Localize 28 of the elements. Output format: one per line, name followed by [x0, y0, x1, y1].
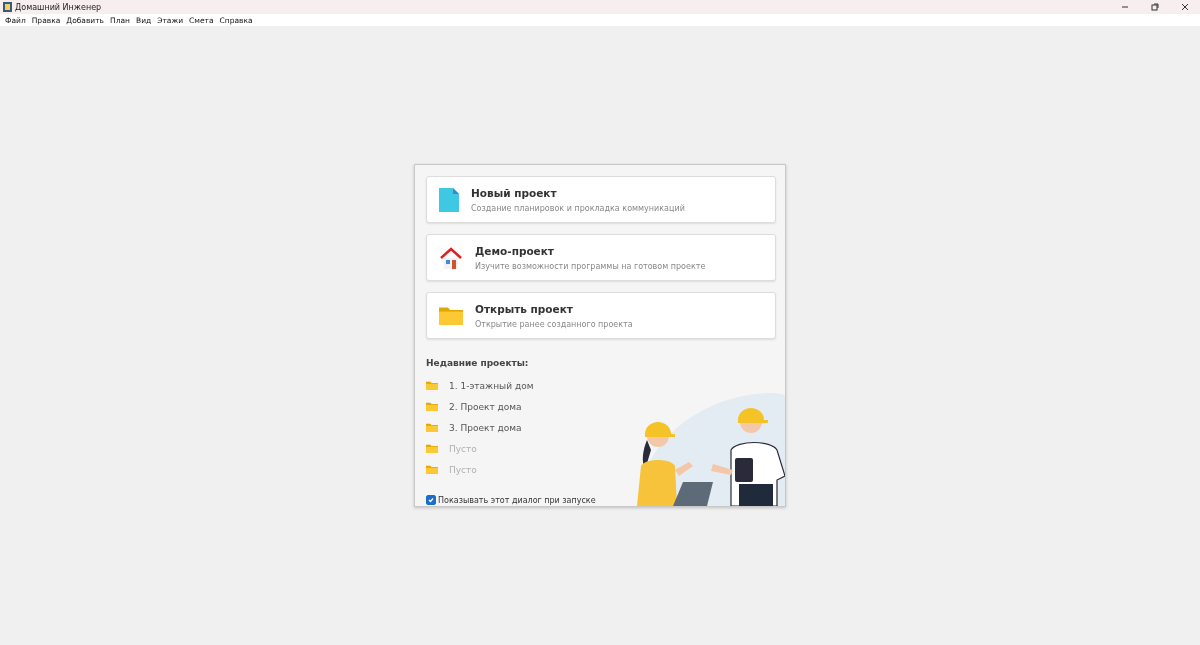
- recent-project-item[interactable]: 1. 1-этажный дом: [426, 375, 534, 396]
- document-icon: [439, 187, 459, 212]
- folder-icon: [426, 422, 438, 433]
- folder-icon: [426, 464, 438, 475]
- recent-project-item[interactable]: 2. Проект дома: [426, 396, 522, 417]
- action-card[interactable]: Демо-проект Изучите возможности программы на готовом проекте: [426, 234, 776, 281]
- folder-icon: [439, 305, 463, 326]
- card-subtitle: Изучите возможности программы на готовом проекте: [475, 261, 706, 271]
- recent-heading: Недавние проекты:: [426, 358, 529, 368]
- house-icon: [439, 246, 463, 269]
- app-icon: [3, 2, 12, 12]
- card-title: Новый проект: [471, 186, 558, 199]
- minimize-icon: [1121, 3, 1129, 11]
- action-card[interactable]: Открыть проект Открытие ранее созданного проекта: [426, 292, 776, 339]
- card-title: Открыть проект: [475, 302, 574, 315]
- card-subtitle: Открытие ранее созданного проекта: [475, 319, 633, 329]
- card-subtitle: Создание планировок и прокладка коммуникаций: [471, 203, 685, 213]
- checkbox-label: Показывать этот диалог при запуске: [438, 495, 596, 505]
- close-icon: [1181, 3, 1189, 11]
- action-card[interactable]: Новый проект Создание планировок и прокладка коммуникаций: [426, 176, 776, 223]
- checkbox[interactable]: [426, 495, 436, 505]
- folder-icon: [426, 401, 438, 412]
- window-title: Домашний Инженер: [15, 2, 103, 12]
- recent-project-item[interactable]: 3. Проект дома: [426, 417, 522, 438]
- restore-icon: [1151, 3, 1159, 11]
- folder-icon: [426, 443, 438, 454]
- folder-icon: [426, 380, 438, 391]
- card-title: Демо-проект: [475, 244, 555, 257]
